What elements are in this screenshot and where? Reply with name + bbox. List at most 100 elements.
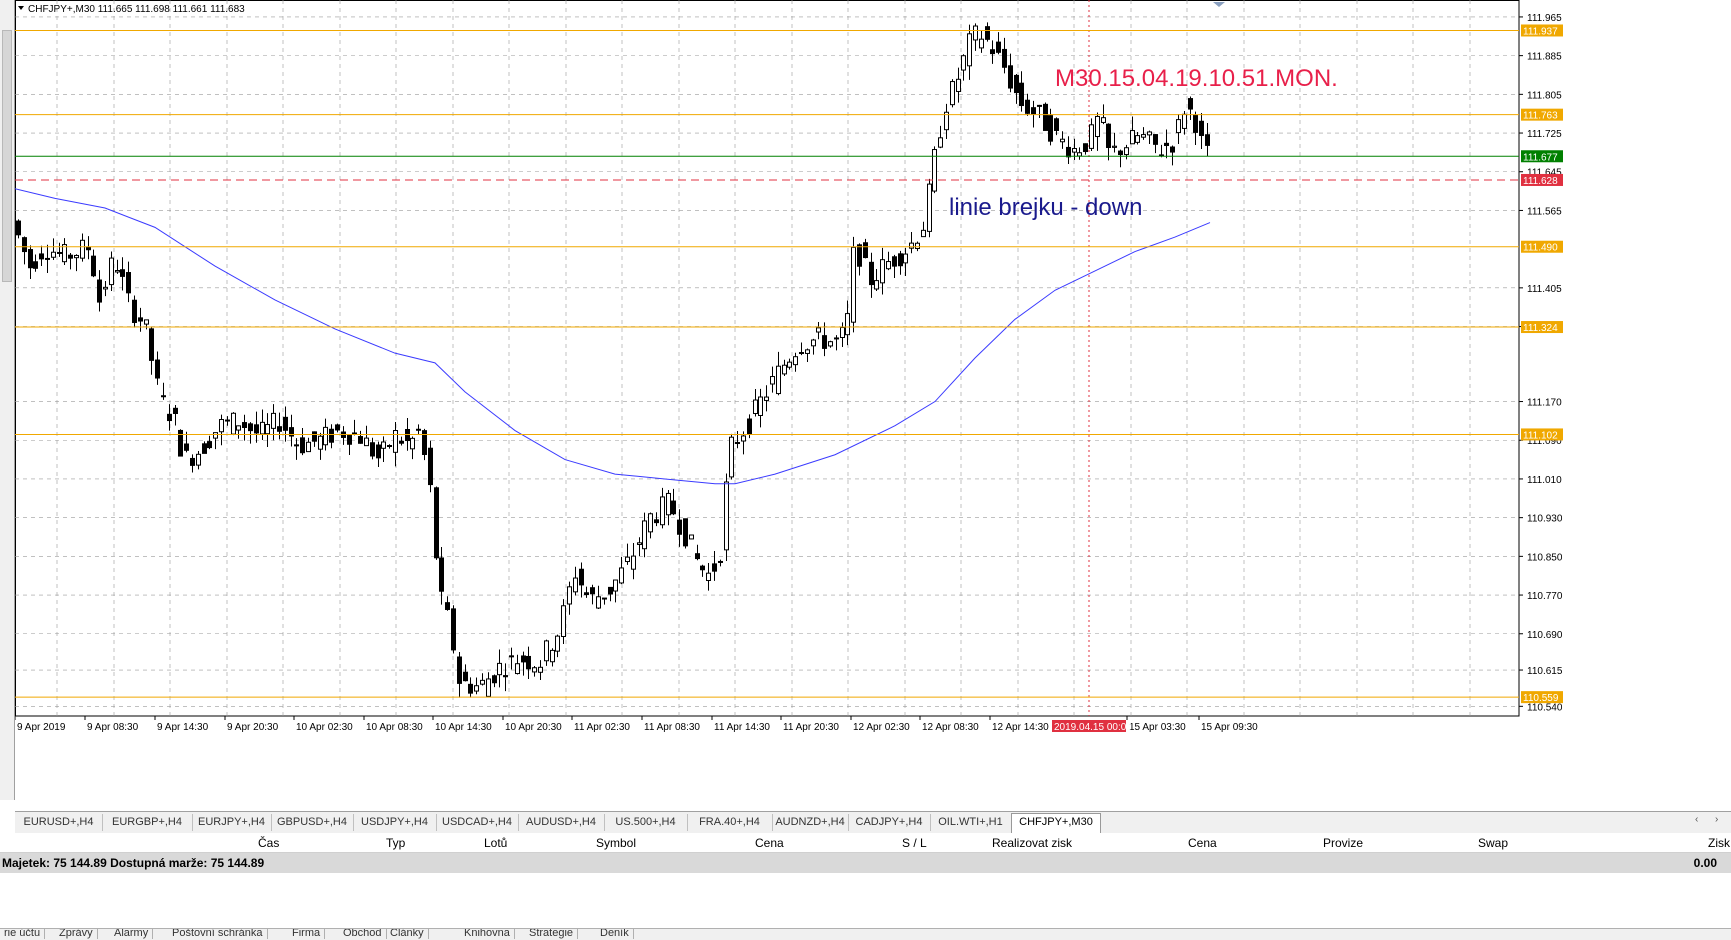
candle-body — [1019, 82, 1024, 107]
candle-body — [979, 38, 984, 49]
level-tag-label: 111.324 — [1523, 323, 1558, 334]
candle-body — [434, 487, 439, 559]
terminal-tab[interactable]: rie účtu — [0, 929, 46, 939]
column-header[interactable]: S / L — [902, 836, 927, 850]
terminal-tab[interactable]: Deník — [596, 929, 634, 939]
symbol-tab[interactable]: EURGBP+,H4 — [102, 814, 193, 831]
candle-body — [480, 679, 485, 685]
candle-body — [619, 567, 624, 584]
column-header[interactable]: Zisk — [1708, 836, 1730, 850]
column-header[interactable]: Swap — [1478, 836, 1508, 850]
candle-body — [724, 481, 729, 551]
candle-body — [300, 437, 305, 454]
symbol-tab[interactable]: USDJPY+,H4 — [353, 814, 437, 831]
price-axis-label: 111.405 — [1527, 284, 1562, 295]
time-axis-label: 10 Apr 08:30 — [366, 722, 423, 733]
candle-body — [1014, 74, 1019, 94]
candle-body — [608, 586, 613, 595]
terminal-tab[interactable]: Firma — [288, 929, 326, 939]
candle-body — [956, 78, 961, 92]
candle-body — [631, 555, 636, 570]
candle-body — [927, 183, 932, 232]
symbol-tab[interactable]: FRA.40+,H4 — [687, 814, 773, 831]
candle-body — [364, 437, 369, 447]
column-header[interactable]: Cena — [755, 836, 784, 850]
symbol-tab[interactable]: USDCAD+,H4 — [436, 814, 519, 831]
terminal-tab[interactable]: Poštovní schránka — [168, 929, 268, 939]
column-header[interactable]: Čas — [258, 836, 279, 850]
candle-body — [439, 557, 444, 592]
symbol-tab[interactable]: AUDNZD+,H4 — [772, 814, 849, 831]
column-header[interactable]: Realizovat zisk — [992, 836, 1072, 850]
candle-body — [637, 542, 642, 545]
candle-body — [1043, 103, 1048, 131]
candle-body — [463, 671, 468, 682]
candle-body — [57, 251, 62, 254]
candle-body — [207, 441, 212, 449]
candle-body — [457, 656, 462, 684]
symbol-tab[interactable]: US.500+,H4 — [604, 814, 688, 831]
candle-body — [869, 261, 874, 286]
candle-body — [521, 655, 526, 663]
candle-body — [1060, 138, 1065, 143]
candle-body — [370, 442, 375, 457]
tab-scroll-left-icon[interactable]: ‹ — [1695, 814, 1698, 825]
time-axis-label: 12 Apr 14:30 — [992, 722, 1049, 733]
column-header[interactable]: Symbol — [596, 836, 636, 850]
terminal-tab[interactable]: Obchod — [339, 929, 387, 939]
candle-body — [202, 443, 207, 454]
left-scroll-strip[interactable] — [0, 0, 15, 800]
candle-body — [1112, 145, 1117, 148]
candle-body — [544, 640, 549, 662]
balance-text: Majetek: 75 144.89 Dostupná marže: 75 14… — [2, 856, 265, 870]
candle-body — [173, 407, 178, 415]
terminal-tab[interactable]: Zprávy — [55, 929, 98, 939]
candle-body — [254, 424, 259, 434]
candle-body — [144, 319, 149, 325]
column-header[interactable]: Cena — [1188, 836, 1217, 850]
candle-body — [706, 572, 711, 582]
candle-body — [584, 592, 589, 596]
symbol-tab[interactable]: EURUSD+,H4 — [15, 814, 103, 831]
terminal-tab[interactable]: Knihovna — [460, 929, 515, 939]
candle-body — [33, 261, 38, 269]
tab-scroll-right-icon[interactable]: › — [1715, 814, 1718, 825]
column-header[interactable]: Provize — [1323, 836, 1363, 850]
candle-body — [381, 441, 386, 449]
scroll-thumb[interactable] — [2, 30, 12, 282]
column-header[interactable]: Typ — [386, 836, 405, 850]
symbol-tab[interactable]: CHFJPY+,M30 — [1011, 813, 1101, 833]
candle-body — [764, 396, 769, 401]
candle-body — [51, 251, 56, 258]
candle-body — [677, 519, 682, 535]
candle-body — [990, 49, 995, 55]
candle-body — [683, 518, 688, 547]
column-header[interactable]: Lotů — [484, 836, 507, 850]
symbol-tab[interactable]: OIL.WTI+,H1 — [930, 814, 1012, 831]
terminal-tab[interactable]: Strategie — [525, 929, 579, 939]
symbol-tab-bar: EURUSD+,H4 EURGBP+,H4 EURJPY+,H4 GBPUSD+,H4… — [15, 811, 1731, 833]
candle-body — [753, 399, 758, 415]
price-axis-label: 111.965 — [1527, 13, 1562, 24]
candle-body — [1054, 118, 1059, 131]
time-axis-label: 10 Apr 14:30 — [435, 722, 492, 733]
price-axis-label: 111.725 — [1527, 129, 1562, 140]
candle-body — [294, 444, 299, 447]
terminal-tab[interactable]: Alarmy — [110, 929, 154, 939]
candle-body — [318, 435, 323, 450]
time-axis-label: 11 Apr 14:30 — [714, 722, 770, 733]
terminal-tab[interactable]: Články — [386, 929, 429, 939]
chart-canvas[interactable]: 111.965111.885111.805111.725111.645111.5… — [15, 0, 1731, 811]
candle-body — [509, 655, 514, 658]
price-chart[interactable]: 111.965 111.885 111.805 111.725 111.645 111.5… — [15, 0, 1731, 811]
candle-body — [770, 376, 775, 385]
symbol-tab[interactable]: GBPUSD+,H4 — [271, 814, 354, 831]
symbol-tab[interactable]: CADJPY+,H4 — [848, 814, 931, 831]
symbol-tab[interactable]: AUDUSD+,H4 — [518, 814, 605, 831]
symbol-tab[interactable]: EURJPY+,H4 — [192, 814, 272, 831]
candle-body — [213, 432, 218, 439]
candle-body — [834, 337, 839, 340]
level-tag-label: 110.559 — [1523, 693, 1559, 704]
time-axis-label: 10 Apr 20:30 — [505, 722, 562, 733]
candle-body — [283, 416, 288, 431]
